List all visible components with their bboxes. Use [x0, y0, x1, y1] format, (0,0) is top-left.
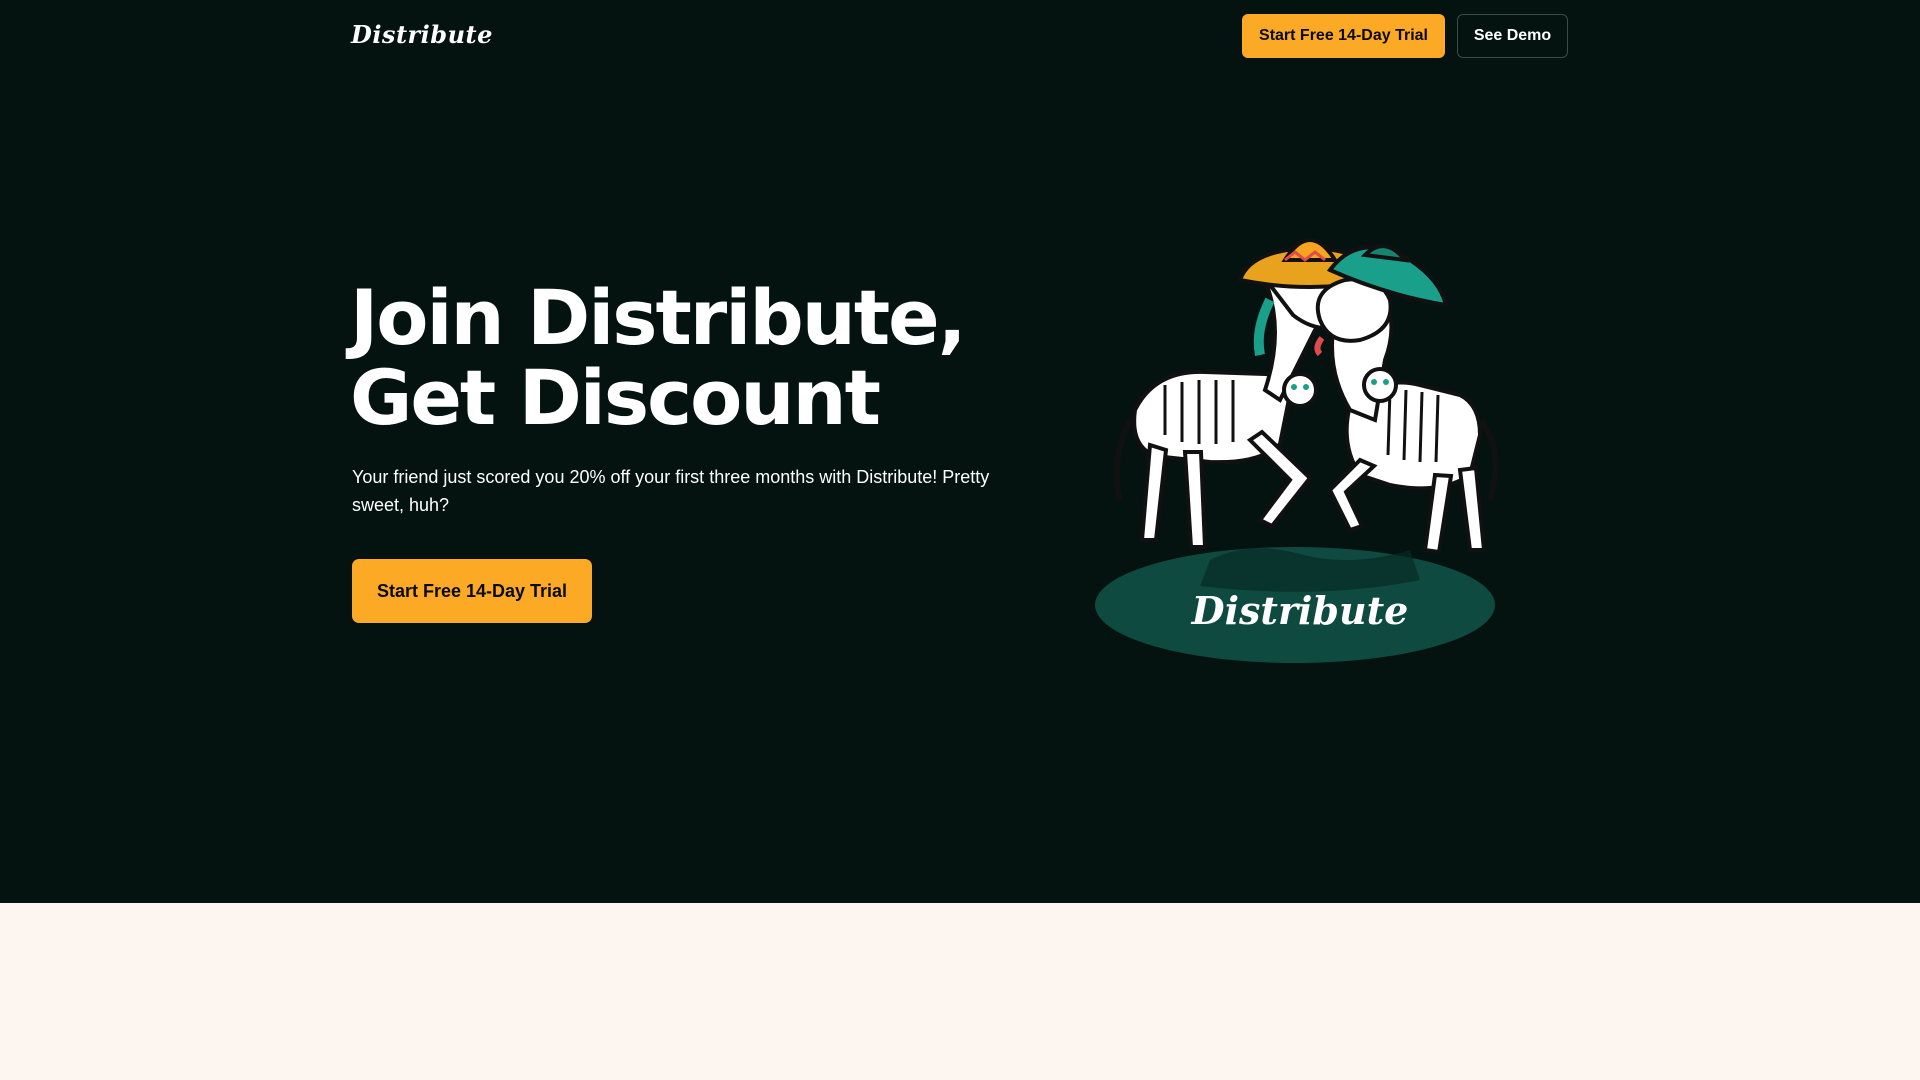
hero-subtext: Your friend just scored you 20% off your…: [352, 467, 990, 515]
hero-section: Distribute Start Free 14-Day Trial See D…: [0, 0, 1920, 903]
see-demo-button[interactable]: See Demo: [1457, 14, 1568, 58]
illustration-wordmark: Distribute: [1191, 588, 1409, 633]
right-horse: [1314, 244, 1499, 555]
header-start-trial-button[interactable]: Start Free 14-Day Trial: [1242, 14, 1445, 58]
logo[interactable]: Distribute: [351, 20, 493, 49]
lower-section: [0, 903, 1920, 1080]
headline-line-1: Join Distribute,: [350, 273, 967, 362]
page-title: Join Distribute, Get Discount: [350, 273, 967, 442]
hero-start-trial-button[interactable]: Start Free 14-Day Trial: [352, 559, 592, 623]
headline-line-2: Get Discount: [350, 353, 881, 442]
skeleton-horses-illustration: Distribute: [1090, 230, 1510, 670]
